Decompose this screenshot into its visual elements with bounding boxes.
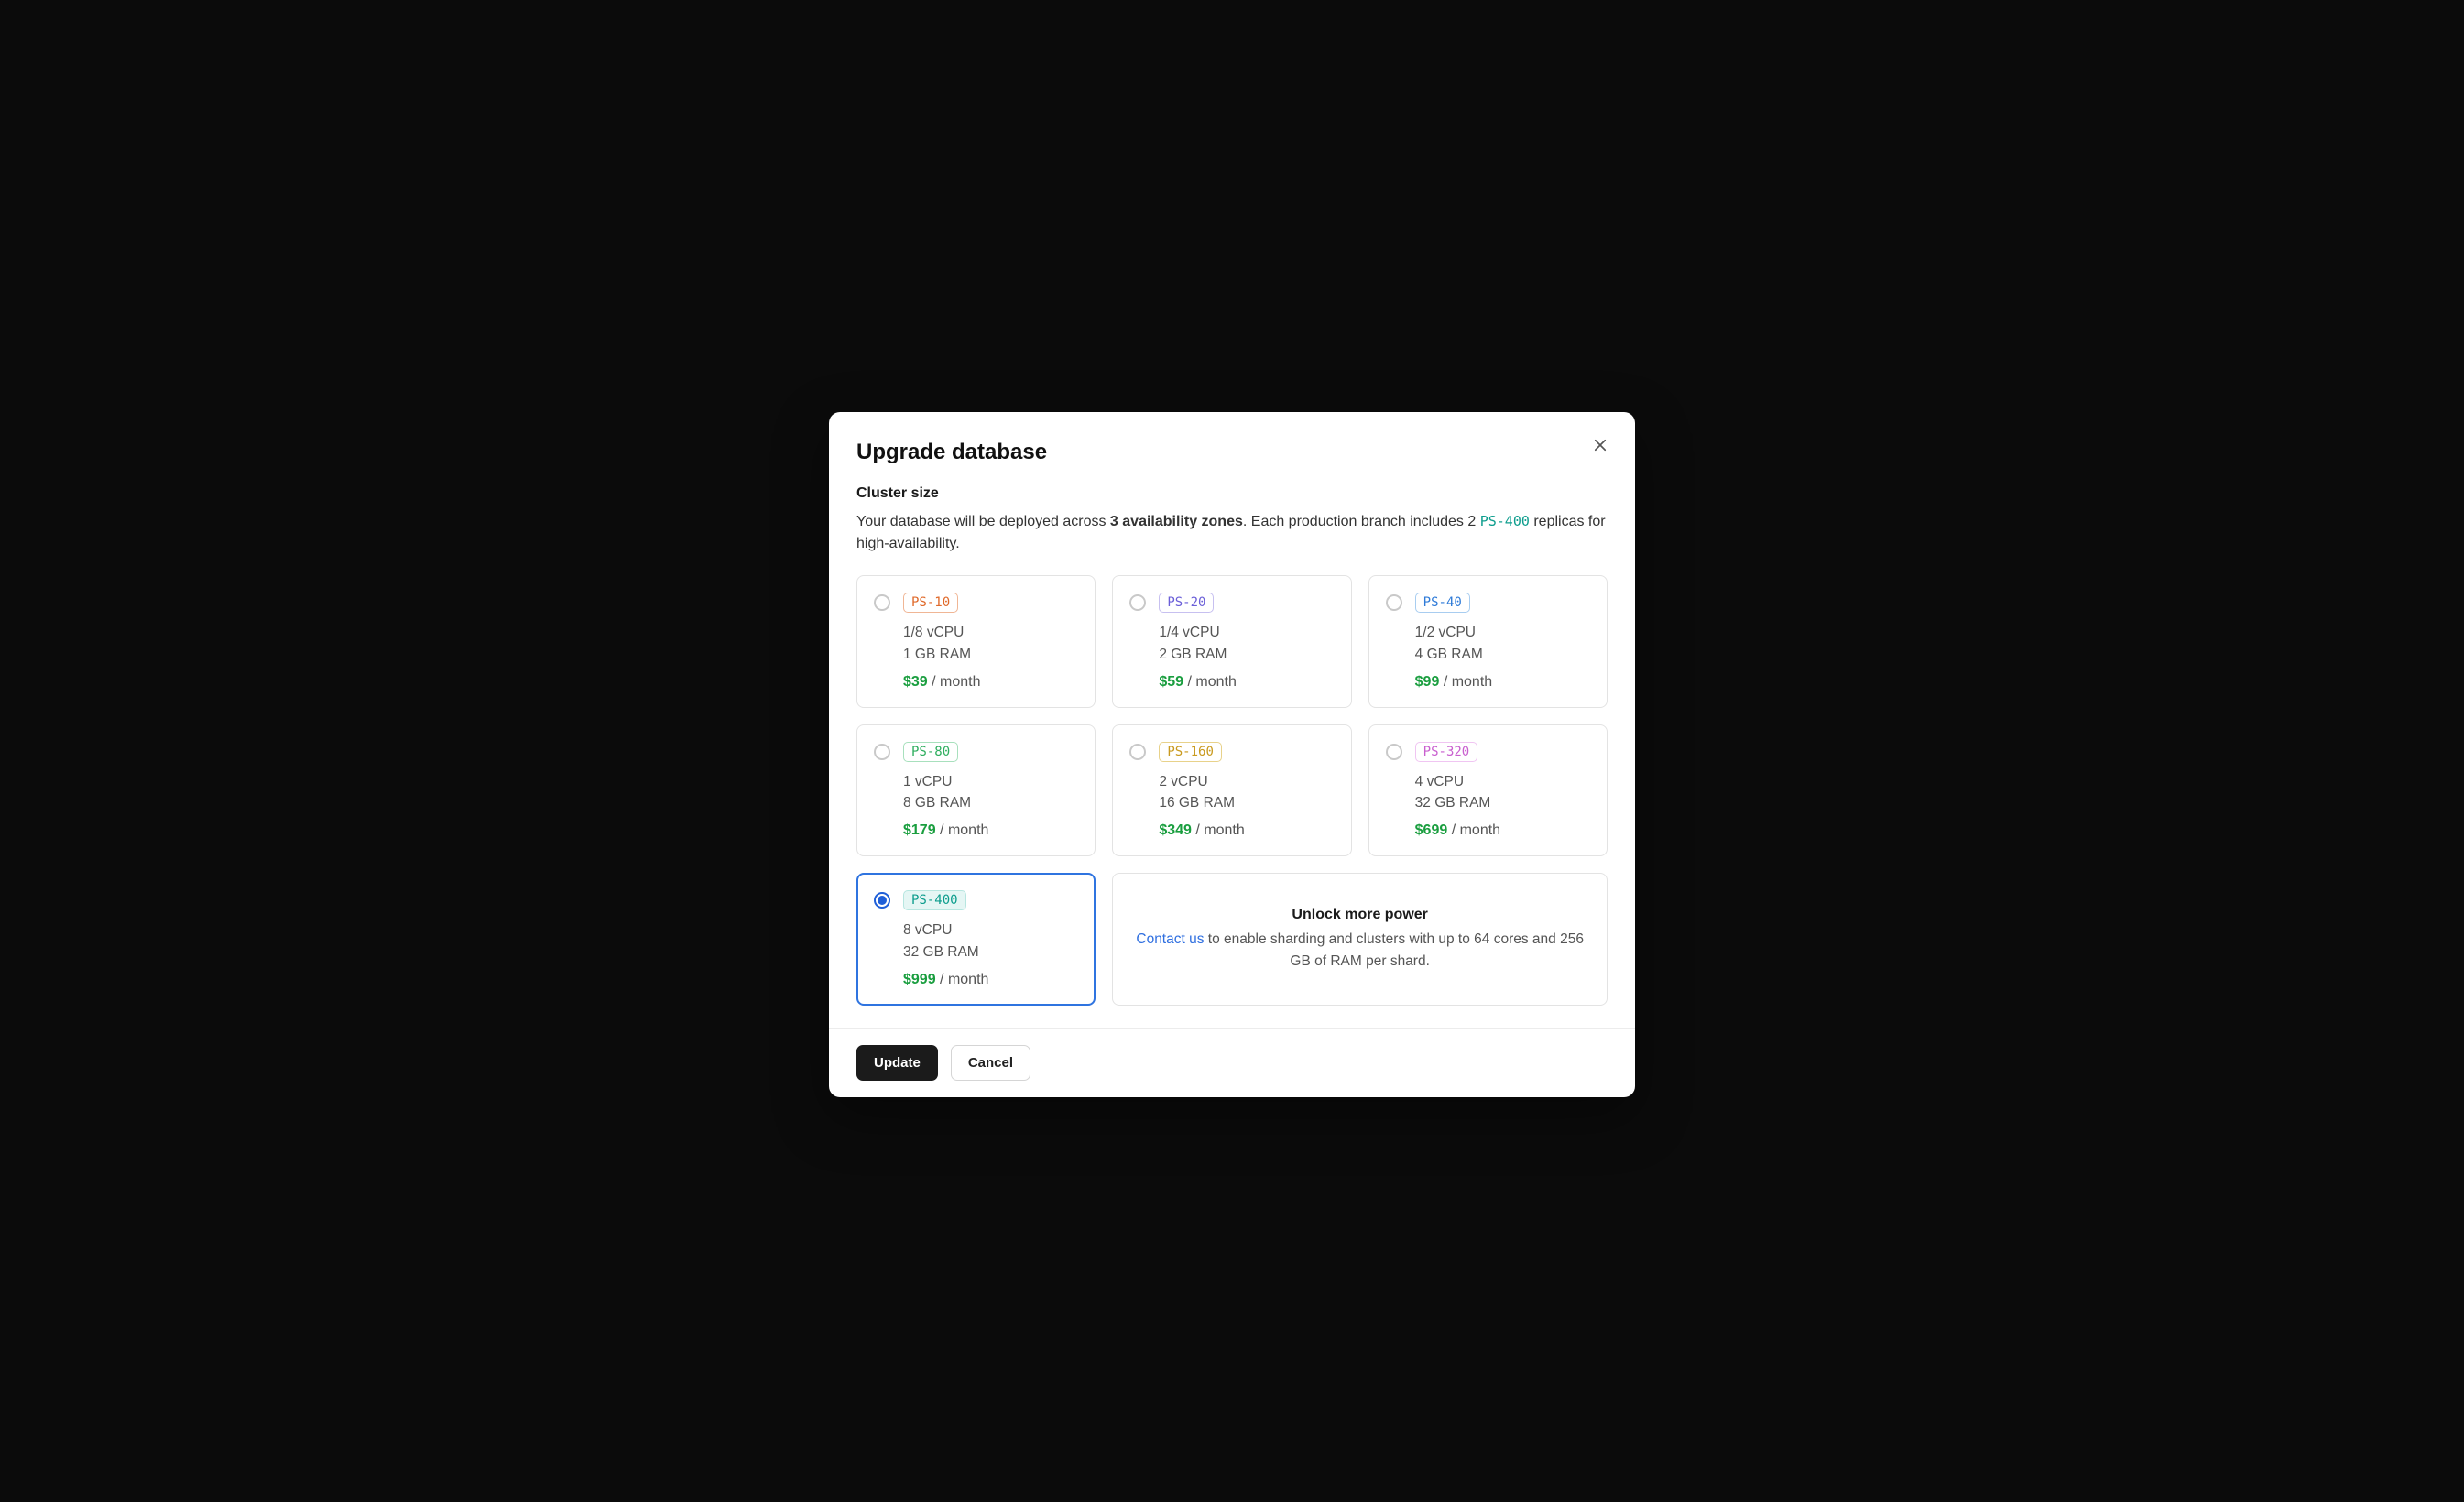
plan-ram: 2 GB RAM	[1159, 644, 1334, 665]
plan-price: $39	[903, 674, 928, 690]
plan-radio[interactable]	[874, 892, 890, 909]
plan-cpu: 1/4 vCPU	[1159, 622, 1334, 643]
plan-content: PS-10 1/8 vCPU1 GB RAM $39 / month	[903, 593, 1078, 691]
desc-text: . Each production branch includes 2	[1243, 514, 1480, 529]
unlock-description: Contact us to enable sharding and cluste…	[1135, 929, 1585, 972]
plan-radio[interactable]	[874, 594, 890, 611]
plan-content: PS-20 1/4 vCPU2 GB RAM $59 / month	[1159, 593, 1334, 691]
plan-content: PS-80 1 vCPU8 GB RAM $179 / month	[903, 742, 1078, 840]
plan-badge: PS-20	[1159, 593, 1214, 613]
plan-price-row: $349 / month	[1159, 822, 1334, 839]
plan-ram: 4 GB RAM	[1415, 644, 1590, 665]
plan-cpu: 4 vCPU	[1415, 771, 1590, 792]
plan-price-period: / month	[1452, 822, 1500, 838]
desc-text: Your database will be deployed across	[856, 514, 1110, 529]
plan-price: $179	[903, 822, 936, 838]
plan-price-period: / month	[1195, 822, 1244, 838]
plan-price-period: / month	[1187, 674, 1236, 690]
desc-zones: 3 availability zones	[1110, 514, 1243, 529]
plan-ram: 16 GB RAM	[1159, 792, 1334, 813]
plan-grid: PS-10 1/8 vCPU1 GB RAM $39 / month PS-20 1/4…	[856, 575, 1608, 1006]
desc-tier: PS-400	[1480, 513, 1530, 529]
close-button[interactable]	[1586, 430, 1615, 460]
plan-card-ps-80[interactable]: PS-80 1 vCPU8 GB RAM $179 / month	[856, 724, 1096, 857]
plan-content: PS-320 4 vCPU32 GB RAM $699 / month	[1415, 742, 1590, 840]
plan-cpu: 8 vCPU	[903, 920, 1078, 941]
plan-card-ps-160[interactable]: PS-160 2 vCPU16 GB RAM $349 / month	[1112, 724, 1351, 857]
plan-price-period: / month	[940, 822, 988, 838]
upgrade-database-modal: Upgrade database Cluster size Your datab…	[829, 412, 1635, 1097]
plan-badge: PS-160	[1159, 742, 1222, 762]
plan-radio[interactable]	[874, 744, 890, 760]
unlock-more-power-card: Unlock more power Contact us to enable sh…	[1112, 873, 1608, 1006]
plan-card-ps-320[interactable]: PS-320 4 vCPU32 GB RAM $699 / month	[1368, 724, 1608, 857]
cancel-button[interactable]: Cancel	[951, 1045, 1030, 1081]
plan-price-row: $59 / month	[1159, 674, 1334, 691]
plan-card-ps-10[interactable]: PS-10 1/8 vCPU1 GB RAM $39 / month	[856, 575, 1096, 708]
plan-cpu: 1/2 vCPU	[1415, 622, 1590, 643]
plan-badge: PS-320	[1415, 742, 1478, 762]
plan-badge: PS-40	[1415, 593, 1470, 613]
plan-ram: 1 GB RAM	[903, 644, 1078, 665]
plan-content: PS-40 1/2 vCPU4 GB RAM $99 / month	[1415, 593, 1590, 691]
plan-cpu: 1 vCPU	[903, 771, 1078, 792]
plan-radio[interactable]	[1386, 594, 1402, 611]
plan-price: $99	[1415, 674, 1440, 690]
unlock-title: Unlock more power	[1292, 907, 1427, 923]
plan-price-period: / month	[940, 972, 988, 987]
modal-body: Upgrade database Cluster size Your datab…	[829, 412, 1635, 1028]
plan-cpu: 2 vCPU	[1159, 771, 1334, 792]
plan-price-row: $699 / month	[1415, 822, 1590, 839]
close-icon	[1592, 437, 1608, 453]
plan-price-row: $179 / month	[903, 822, 1078, 839]
plan-price: $699	[1415, 822, 1448, 838]
plan-price-period: / month	[932, 674, 980, 690]
plan-price-period: / month	[1444, 674, 1492, 690]
plan-badge: PS-400	[903, 890, 966, 910]
modal-footer: Update Cancel	[829, 1028, 1635, 1097]
plan-content: PS-160 2 vCPU16 GB RAM $349 / month	[1159, 742, 1334, 840]
plan-price-row: $999 / month	[903, 972, 1078, 988]
plan-radio[interactable]	[1386, 744, 1402, 760]
plan-price: $349	[1159, 822, 1192, 838]
plan-cpu: 1/8 vCPU	[903, 622, 1078, 643]
cluster-size-label: Cluster size	[856, 485, 1608, 502]
plan-price-row: $99 / month	[1415, 674, 1590, 691]
plan-card-ps-20[interactable]: PS-20 1/4 vCPU2 GB RAM $59 / month	[1112, 575, 1351, 708]
plan-price: $999	[903, 972, 936, 987]
plan-badge: PS-10	[903, 593, 958, 613]
contact-us-link[interactable]: Contact us	[1136, 931, 1204, 947]
plan-radio[interactable]	[1129, 744, 1146, 760]
plan-ram: 8 GB RAM	[903, 792, 1078, 813]
plan-ram: 32 GB RAM	[1415, 792, 1590, 813]
plan-price-row: $39 / month	[903, 674, 1078, 691]
cluster-size-description: Your database will be deployed across 3 …	[856, 511, 1608, 555]
plan-content: PS-400 8 vCPU32 GB RAM $999 / month	[903, 890, 1078, 988]
update-button[interactable]: Update	[856, 1045, 938, 1081]
plan-radio[interactable]	[1129, 594, 1146, 611]
plan-card-ps-40[interactable]: PS-40 1/2 vCPU4 GB RAM $99 / month	[1368, 575, 1608, 708]
unlock-description-text: to enable sharding and clusters with up …	[1204, 931, 1583, 968]
plan-badge: PS-80	[903, 742, 958, 762]
plan-price: $59	[1159, 674, 1183, 690]
plan-ram: 32 GB RAM	[903, 941, 1078, 963]
plan-card-ps-400[interactable]: PS-400 8 vCPU32 GB RAM $999 / month	[856, 873, 1096, 1006]
modal-title: Upgrade database	[856, 440, 1608, 465]
